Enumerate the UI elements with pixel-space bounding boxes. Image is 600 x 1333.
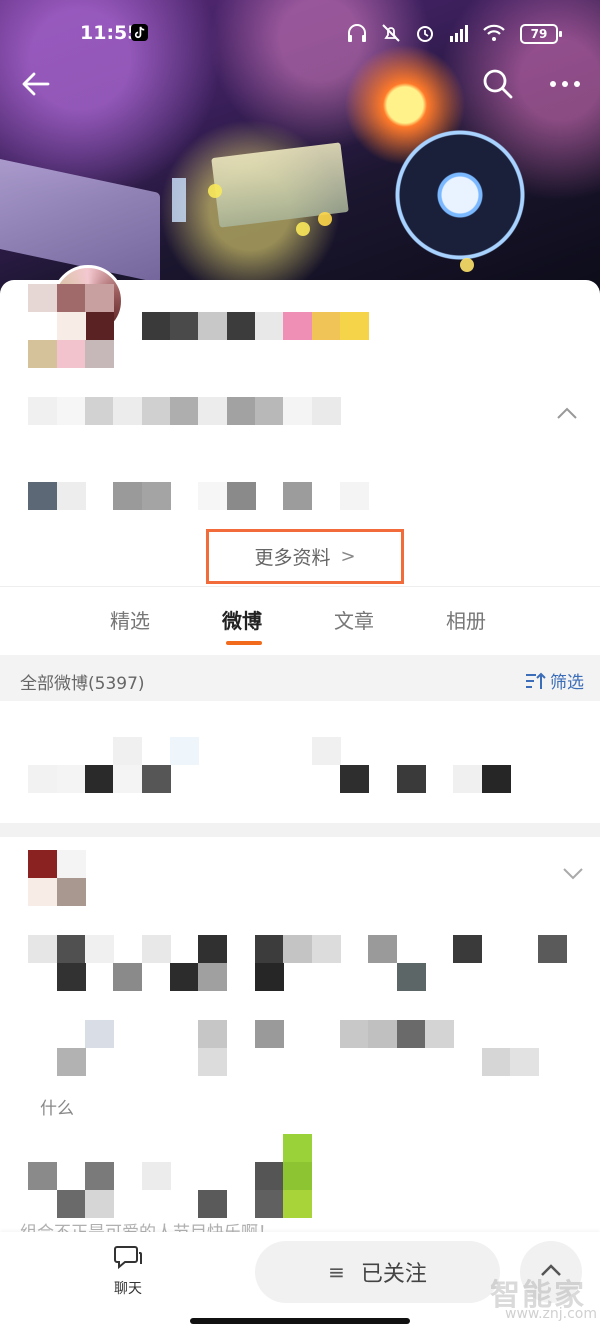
following-label: 已关注 bbox=[360, 1262, 427, 1287]
cover-knob bbox=[208, 184, 222, 198]
chat-bubble-icon bbox=[114, 1246, 142, 1270]
signal-icon bbox=[450, 25, 468, 42]
more-info-button[interactable]: 更多资料 > bbox=[206, 529, 404, 584]
filter-button[interactable]: 筛选 bbox=[524, 668, 584, 693]
post-menu-chevron-icon[interactable] bbox=[562, 866, 584, 880]
status-icons bbox=[346, 22, 506, 44]
cover-laptop-shape bbox=[0, 156, 160, 284]
headphones-icon bbox=[348, 24, 366, 42]
filter-label: 筛选 bbox=[550, 673, 584, 693]
watermark-url: www.znj.com bbox=[505, 1306, 597, 1322]
feed-header: 全部微博(5397) 筛选 bbox=[0, 655, 600, 701]
divider bbox=[0, 586, 600, 587]
more-options-icon[interactable] bbox=[545, 66, 585, 102]
tab-albums[interactable]: 相册 bbox=[446, 605, 486, 634]
home-indicator[interactable] bbox=[190, 1318, 410, 1324]
chat-button[interactable]: 聊天 bbox=[100, 1244, 156, 1298]
menu-lines-icon: ≡ bbox=[328, 1260, 345, 1284]
feed-count-label: 全部微博(5397) bbox=[20, 674, 145, 694]
cover-knob bbox=[318, 212, 332, 226]
mute-icon bbox=[382, 24, 400, 42]
chevron-right-icon: > bbox=[340, 546, 356, 567]
following-button[interactable]: ≡ 已关注 bbox=[255, 1241, 500, 1303]
collapse-chevron-icon[interactable] bbox=[556, 406, 578, 420]
post-text-fragment: 什么 bbox=[40, 1099, 74, 1119]
tab-featured[interactable]: 精选 bbox=[110, 605, 150, 634]
filter-icon bbox=[526, 672, 546, 689]
chat-label: 聊天 bbox=[114, 1281, 142, 1297]
alarm-icon bbox=[417, 26, 433, 42]
tiktok-icon bbox=[131, 24, 148, 41]
cover-fader bbox=[172, 178, 186, 222]
top-nav bbox=[0, 64, 600, 104]
back-arrow-icon[interactable] bbox=[18, 66, 54, 102]
status-bar: 11:55 79 bbox=[0, 0, 600, 64]
tab-articles[interactable]: 文章 bbox=[334, 605, 374, 634]
post-separator bbox=[0, 823, 600, 837]
cover-knob bbox=[296, 222, 310, 236]
cover-knob bbox=[460, 258, 474, 272]
active-tab-indicator bbox=[226, 641, 262, 645]
battery-indicator: 79 bbox=[520, 24, 562, 44]
tab-weibo[interactable]: 微博 bbox=[222, 605, 262, 634]
wifi-icon bbox=[483, 24, 505, 41]
more-info-label: 更多资料 bbox=[254, 547, 331, 569]
profile-tabs: 精选 微博 文章 相册 bbox=[0, 595, 600, 651]
search-icon[interactable] bbox=[480, 66, 516, 102]
